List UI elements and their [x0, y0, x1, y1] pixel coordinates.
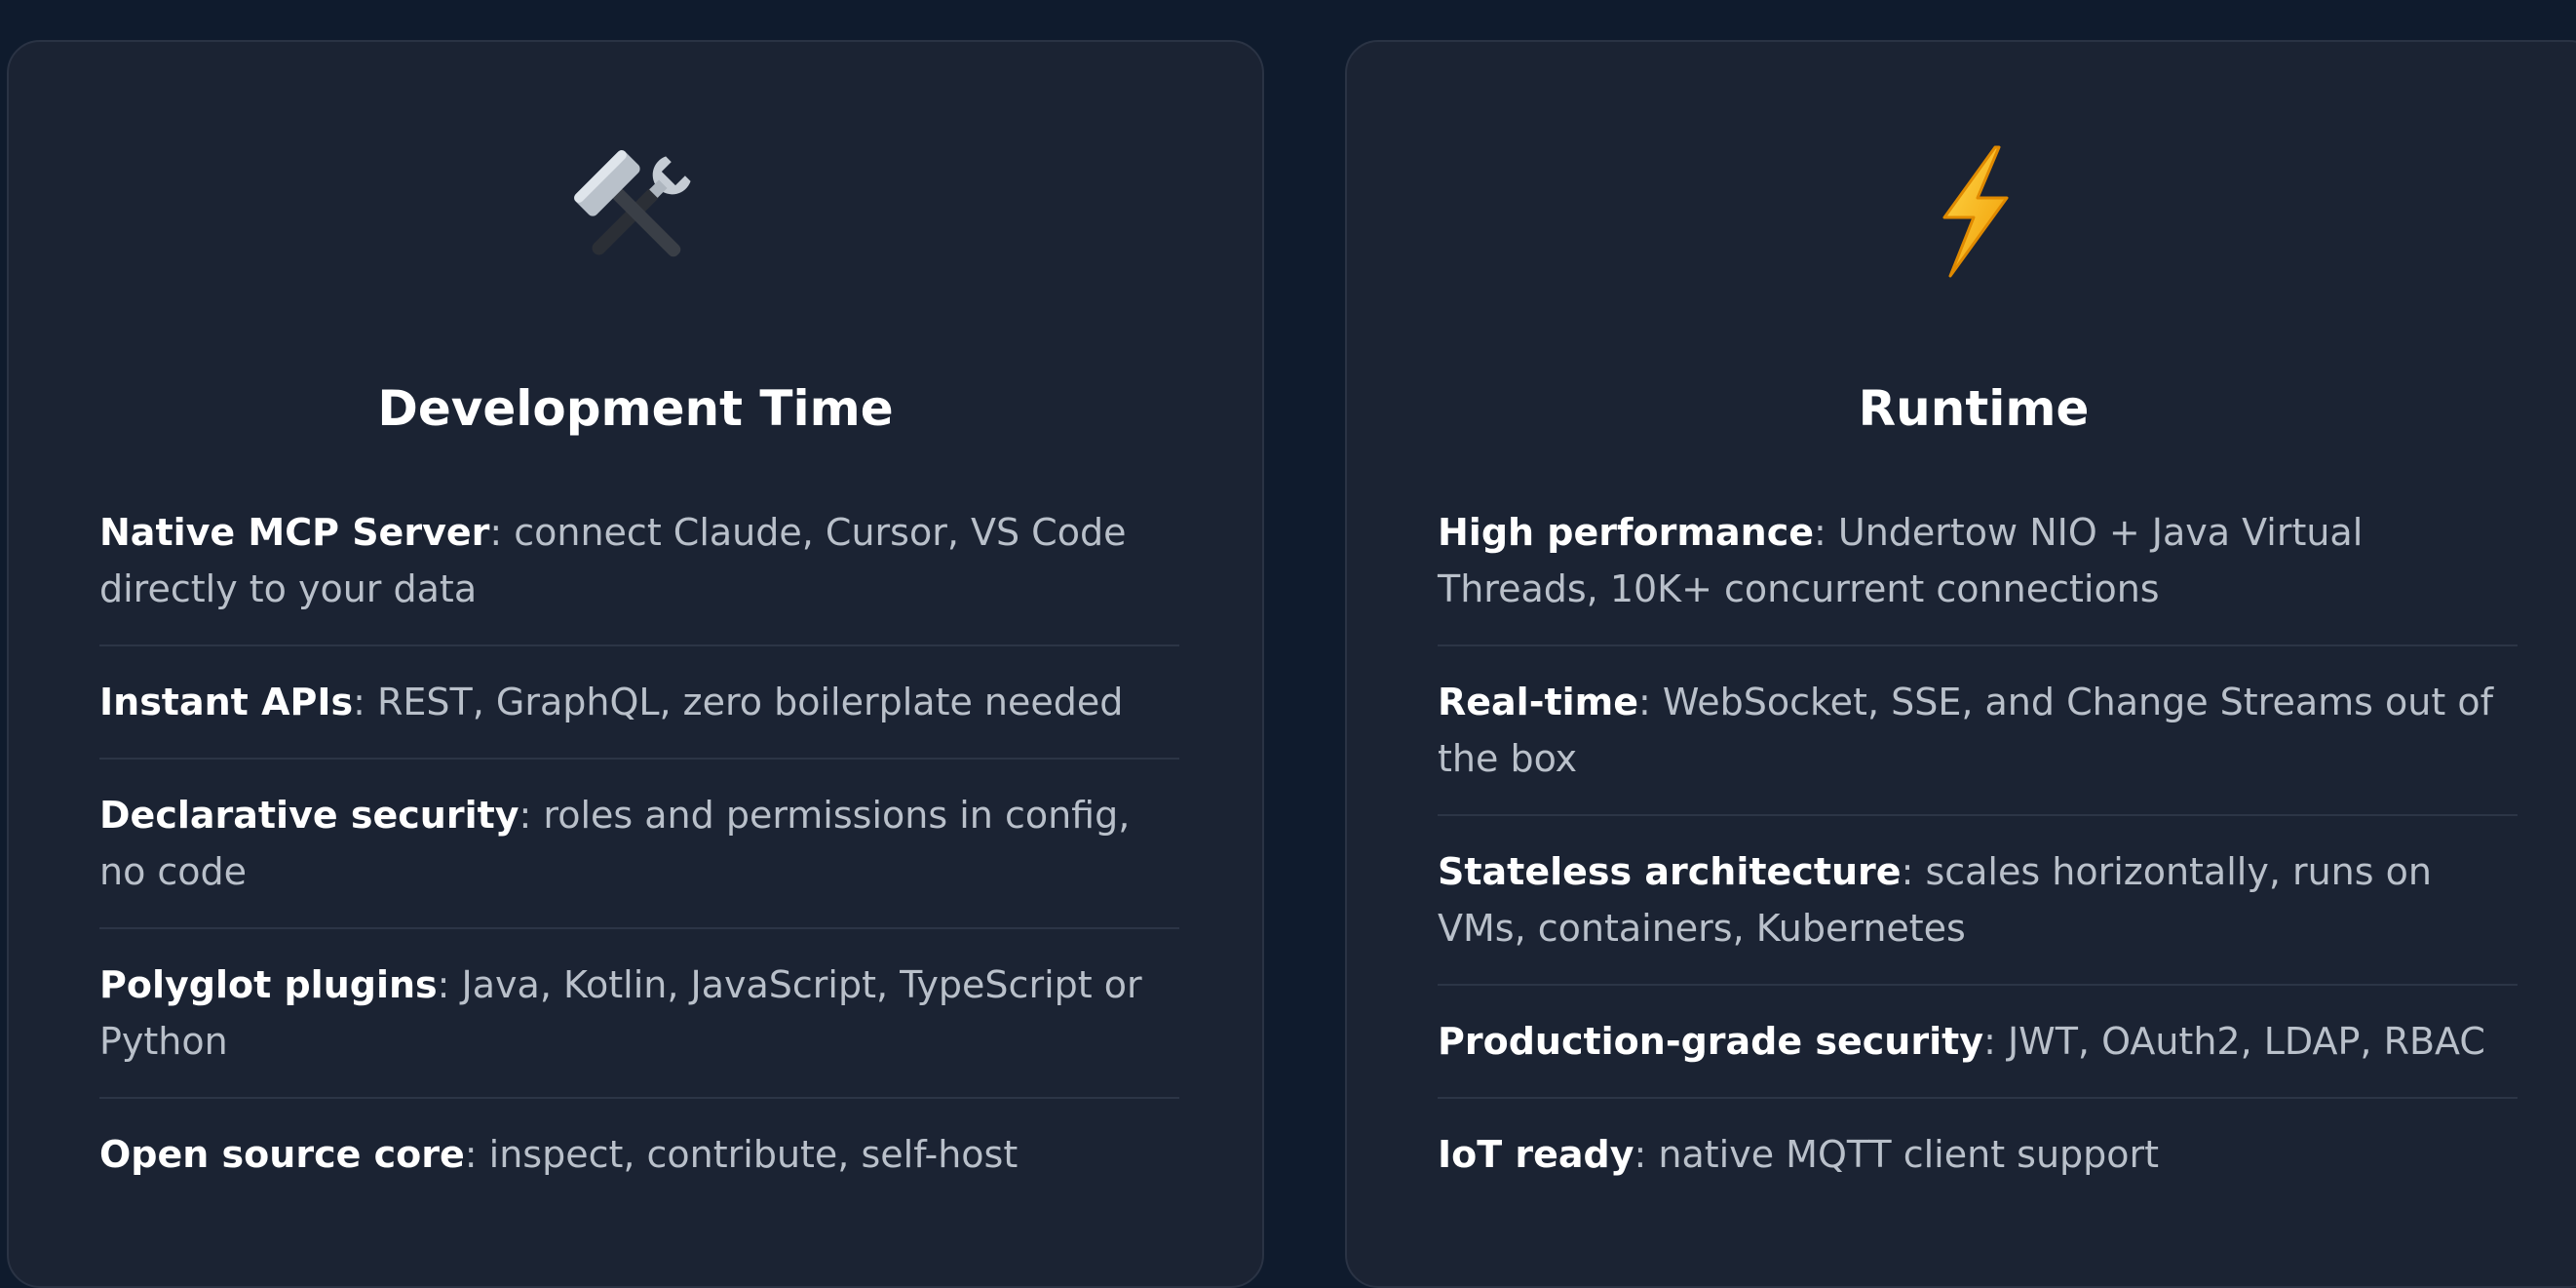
hammer-and-wrench-icon: [9, 143, 1262, 319]
feature-name: Stateless architecture: [1438, 850, 1902, 893]
card-title: Runtime: [1858, 380, 2090, 437]
feature-name: Production-grade security: [1438, 1020, 1984, 1063]
development-time-card: Development Time Native MCP Server: conn…: [7, 40, 1264, 1288]
list-item: Open source core: inspect, contribute, s…: [99, 1120, 1179, 1210]
feature-name: Real-time: [1438, 681, 1639, 723]
feature-name: IoT ready: [1438, 1133, 1634, 1176]
list-item: Real-time: WebSocket, SSE, and Change St…: [1438, 668, 2518, 816]
feature-name: Open source core: [99, 1133, 465, 1176]
list-item: Declarative security: roles and permissi…: [99, 781, 1179, 929]
feature-list: Native MCP Server: connect Claude, Curso…: [99, 498, 1179, 1231]
list-item: Production-grade security: JWT, OAuth2, …: [1438, 1007, 2518, 1099]
feature-name: High performance: [1438, 511, 1814, 554]
list-item: Stateless architecture: scales horizonta…: [1438, 838, 2518, 986]
feature-description: : native MQTT client support: [1634, 1133, 2160, 1176]
card-title: Development Time: [377, 380, 894, 437]
feature-description: : inspect, contribute, self-host: [464, 1133, 1019, 1176]
feature-name: Instant APIs: [99, 681, 354, 723]
feature-description: : REST, GraphQL, zero boilerplate needed: [353, 681, 1124, 723]
feature-name: Native MCP Server: [99, 511, 490, 554]
feature-name: Declarative security: [99, 794, 519, 837]
feature-name: Polyglot plugins: [99, 963, 438, 1006]
list-item: Instant APIs: REST, GraphQL, zero boiler…: [99, 668, 1179, 760]
feature-description: : JWT, OAuth2, LDAP, RBAC: [1983, 1020, 2485, 1063]
runtime-card: Runtime High performance: Undertow NIO +…: [1345, 40, 2576, 1288]
list-item: Native MCP Server: connect Claude, Curso…: [99, 498, 1179, 646]
feature-list: High performance: Undertow NIO + Java Vi…: [1438, 498, 2518, 1231]
list-item: IoT ready: native MQTT client support: [1438, 1120, 2518, 1210]
list-item: Polyglot plugins: Java, Kotlin, JavaScri…: [99, 951, 1179, 1099]
lightning-bolt-icon: [1347, 143, 2576, 319]
list-item: High performance: Undertow NIO + Java Vi…: [1438, 498, 2518, 646]
